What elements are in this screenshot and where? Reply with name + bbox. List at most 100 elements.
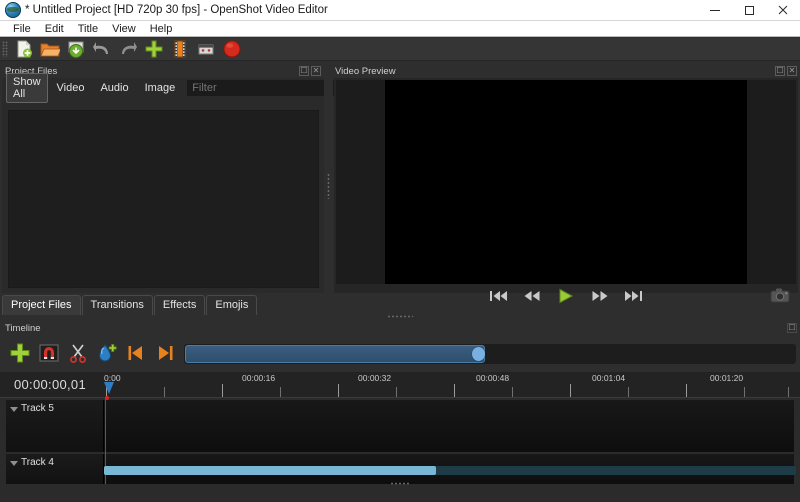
ruler-tick-minor [628,387,629,397]
snapping-toggle[interactable] [35,340,62,366]
ruler-tick-minor [396,387,397,397]
snapshot-button[interactable] [770,287,790,304]
add-track-button[interactable] [6,340,33,366]
timeline-zoom-slider[interactable] [184,344,796,364]
project-files-list[interactable] [8,110,319,288]
maximize-button[interactable] [732,0,766,21]
add-marker-button[interactable] [93,340,120,366]
film-strip-icon [174,40,186,58]
filter-audio-button[interactable]: Audio [93,79,135,97]
ruler-tick-minor [164,387,165,397]
zoom-slider-handle[interactable] [472,347,485,361]
choose-profile-button[interactable] [167,39,193,60]
project-files-filter-input[interactable] [187,80,340,96]
timeline-horizontal-scrollbar[interactable] [104,466,796,475]
menu-title[interactable]: Title [71,21,105,37]
save-disk-icon [68,41,84,58]
ruler-label: 00:01:20 [710,373,744,383]
jump-to-start-button[interactable] [486,286,510,306]
open-project-button[interactable] [37,39,63,60]
play-button[interactable] [554,286,578,306]
video-preview-panel-titlebar: Video Preview ☐ ✕ [330,64,800,78]
project-files-filter-bar: Show All Video Audio Image [2,73,340,103]
timeline-float-icon[interactable]: ☐ [787,323,797,333]
open-folder-icon [40,43,60,57]
close-icon [778,5,788,15]
menu-view[interactable]: View [105,21,143,37]
track-header[interactable]: Track 5 [6,400,104,452]
ruler-tick-major [222,384,223,397]
bottom-splitter[interactable] [0,478,800,488]
window-controls [698,0,800,21]
menu-help[interactable]: Help [143,21,180,37]
timeline-panel-buttons: ☐ [787,323,800,333]
playhead-handle[interactable] [104,382,114,394]
import-files-button[interactable] [141,39,167,60]
menu-edit[interactable]: Edit [38,21,71,37]
previous-marker-button[interactable] [122,340,149,366]
filter-video-button[interactable]: Video [50,79,92,97]
clapperboard-icon [198,44,214,55]
razor-tool-button[interactable] [64,340,91,366]
redo-button[interactable] [115,39,141,60]
minimize-icon [710,9,720,11]
undo-button[interactable] [89,39,115,60]
timeline-ruler[interactable]: 00:00:00,01 0:00 00:00:16 00:00:32 00:00:48… [0,372,800,398]
next-marker-button[interactable] [151,340,178,366]
fast-forward-button[interactable] [588,286,612,306]
horizontal-panel-splitter[interactable] [324,78,333,293]
playhead-dot [105,396,109,400]
water-drop-plus-icon [98,344,117,362]
track-row[interactable]: Track 5 [6,400,794,452]
fast-forward-icon [592,291,608,301]
close-button[interactable] [766,0,800,21]
green-plus-icon [145,40,163,58]
splitter-grip-horizontal [387,314,413,318]
camera-icon [770,288,790,303]
red-record-icon [223,40,241,58]
save-project-button[interactable] [63,39,89,60]
redo-arrow-icon [122,42,137,54]
zoom-slider-fill [185,345,485,363]
ruler-tick-major [570,384,571,397]
video-preview-float-icon[interactable]: ☐ [775,66,785,76]
jump-to-end-button[interactable] [622,286,646,306]
export-video-button[interactable] [219,39,245,60]
new-file-icon [17,40,32,58]
menu-file[interactable]: File [6,21,38,37]
splitter-grip [327,172,330,199]
video-preview-close-icon[interactable]: ✕ [787,66,797,76]
new-project-button[interactable] [11,39,37,60]
magnet-icon [39,344,58,362]
minimize-button[interactable] [698,0,732,21]
scrollbar-thumb[interactable] [104,466,436,475]
maximize-icon [744,5,754,15]
undo-arrow-icon [93,42,108,54]
video-preview-canvas[interactable] [385,80,747,284]
previous-marker-icon [128,346,142,360]
rewind-button[interactable] [520,286,544,306]
video-preview-stage[interactable] [336,80,796,284]
toolbar-grip[interactable] [2,41,8,57]
chevron-down-icon[interactable] [10,461,18,466]
chevron-down-icon[interactable] [10,407,18,412]
video-preview-panel-buttons: ☐ ✕ [775,66,800,76]
openshot-main-window: * Untitled Project [HD 720p 30 fps] - Op… [0,0,800,502]
video-preview-panel-title: Video Preview [335,65,396,77]
playback-controls [334,282,798,310]
ruler-label: 00:01:04 [592,373,626,383]
fullscreen-button[interactable] [193,39,219,60]
project-files-float-icon[interactable]: ☐ [299,66,309,76]
green-plus-icon [10,343,29,363]
track-clip-area[interactable] [104,400,794,452]
skip-forward-icon [625,291,642,301]
filter-show-all-button[interactable]: Show All [6,73,48,103]
main-toolbar [0,38,800,61]
ruler-tick-minor [512,387,513,397]
filter-image-button[interactable]: Image [138,79,183,97]
rewind-icon [524,291,540,301]
ruler-tick-major [338,384,339,397]
window-title: * Untitled Project [HD 720p 30 fps] - Op… [25,4,328,16]
skip-backward-icon [490,291,507,301]
project-files-close-icon[interactable]: ✕ [311,66,321,76]
